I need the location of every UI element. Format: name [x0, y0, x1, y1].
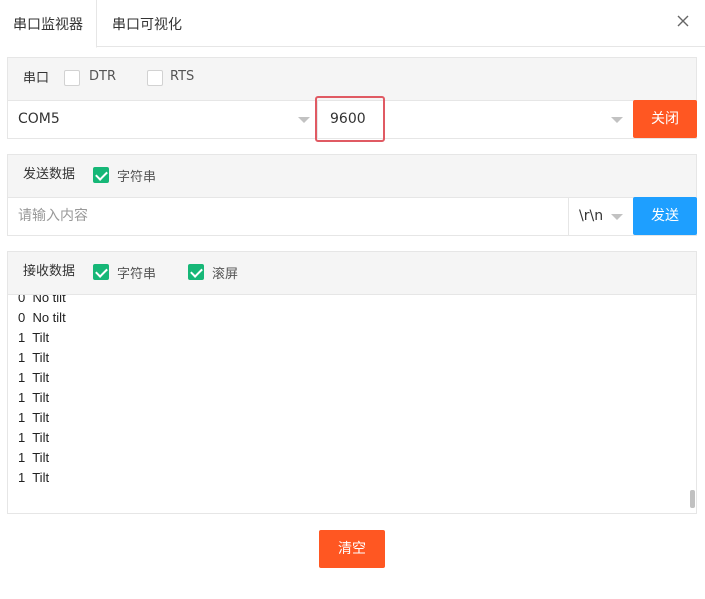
rts-label: RTS	[170, 69, 195, 84]
port-select-value: COM5	[18, 111, 60, 127]
receive-output[interactable]: 0 No tilt 0 No tilt 1 Tilt 1 Tilt 1 Tilt…	[8, 295, 696, 513]
close-port-button[interactable]: 关闭	[633, 100, 697, 138]
dtr-checkbox[interactable]	[64, 70, 80, 86]
line-ending-value: \r\n	[579, 208, 604, 224]
send-input[interactable]: 请输入内容	[8, 198, 569, 235]
output-line: 0 No tilt	[18, 295, 66, 305]
port-label: 串口	[23, 71, 50, 86]
send-string-label: 字符串	[117, 170, 157, 185]
send-input-placeholder: 请输入内容	[18, 208, 88, 224]
receive-panel-header: 接收数据 字符串 滚屏	[8, 252, 696, 295]
chevron-down-icon	[611, 117, 623, 123]
chevron-down-icon	[611, 214, 623, 220]
output-line: 1 Tilt	[18, 330, 50, 345]
line-ending-select[interactable]: \r\n	[569, 198, 633, 235]
tab-bar: 串口监视器 串口可视化	[0, 0, 705, 48]
send-label: 发送数据	[23, 167, 76, 182]
output-line: 1 Tilt	[18, 470, 50, 485]
autoscroll-label: 滚屏	[212, 267, 239, 282]
output-line: 0 No tilt	[18, 310, 66, 325]
output-line: 1 Tilt	[18, 350, 50, 365]
rts-checkbox[interactable]	[147, 70, 163, 86]
send-string-checkbox[interactable]	[93, 167, 109, 183]
output-line: 1 Tilt	[18, 410, 50, 425]
chevron-down-icon	[298, 117, 310, 123]
tab-serial-visualization[interactable]: 串口可视化	[97, 0, 197, 47]
dtr-label: DTR	[89, 69, 116, 84]
receive-string-label: 字符串	[117, 267, 157, 282]
tab-serial-monitor[interactable]: 串口监视器	[0, 0, 97, 48]
send-panel-header: 发送数据 字符串	[8, 155, 696, 198]
receive-panel: 接收数据 字符串 滚屏 0 No tilt 0 No tilt 1 Tilt 1…	[7, 251, 697, 514]
clear-button[interactable]: 清空	[319, 530, 385, 568]
receive-label: 接收数据	[23, 264, 76, 279]
output-line: 1 Tilt	[18, 430, 50, 445]
send-button[interactable]: 发送	[633, 197, 697, 235]
autoscroll-checkbox[interactable]	[188, 264, 204, 280]
output-line: 1 Tilt	[18, 450, 50, 465]
output-line: 1 Tilt	[18, 370, 50, 385]
baud-highlight-box	[315, 96, 385, 142]
port-panel-header: 串口 DTR RTS	[8, 58, 696, 101]
port-select[interactable]: COM5	[8, 101, 318, 138]
close-icon[interactable]	[675, 13, 691, 29]
scrollbar-thumb[interactable]	[690, 490, 695, 508]
output-line: 1 Tilt	[18, 390, 50, 405]
receive-string-checkbox[interactable]	[93, 264, 109, 280]
send-panel: 发送数据 字符串 请输入内容 \r\n 发送	[7, 154, 697, 236]
